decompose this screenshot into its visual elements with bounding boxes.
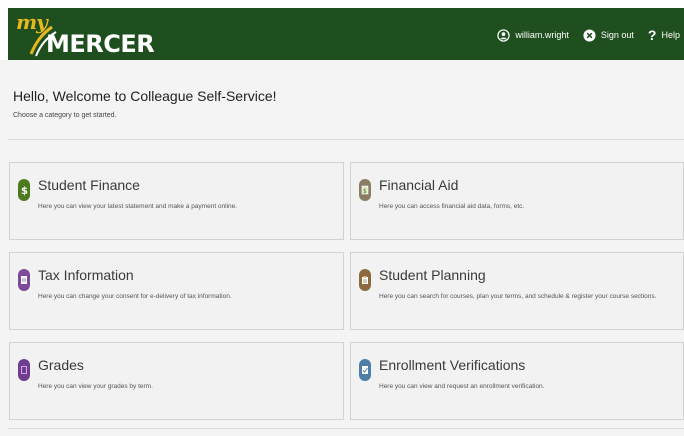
card-student-finance[interactable]: $ Student Finance Here you can view your… <box>9 162 344 240</box>
card-title: Student Planning <box>379 267 486 283</box>
card-enrollment-verifications[interactable]: Enrollment Verifications Here you can vi… <box>350 342 684 420</box>
card-title: Enrollment Verifications <box>379 357 526 373</box>
sign-out-label: Sign out <box>600 30 634 40</box>
sign-out-link[interactable]: Sign out <box>583 28 634 42</box>
financial-aid-icon: $ <box>359 179 371 201</box>
help-icon: ? <box>647 27 657 43</box>
svg-text:$: $ <box>363 188 367 195</box>
card-grades[interactable]: Grades Here you can view your grades by … <box>9 342 344 420</box>
card-student-planning[interactable]: Student Planning Here you can search for… <box>350 252 684 330</box>
enrollment-verification-icon <box>359 359 371 381</box>
card-description: Here you can change your consent for e-d… <box>38 293 232 300</box>
logo-word-text: MERCER <box>46 30 155 58</box>
card-title: Financial Aid <box>379 177 459 193</box>
user-menu[interactable]: william.wright <box>497 28 569 42</box>
card-description: Here you can view and request an enrollm… <box>379 383 545 390</box>
card-title: Grades <box>38 357 84 373</box>
grades-book-icon <box>18 359 30 381</box>
card-tax-information[interactable]: Tax Information Here you can change your… <box>9 252 344 330</box>
card-title: Student Finance <box>38 177 140 193</box>
page-title: Hello, Welcome to Colleague Self-Service… <box>13 88 277 104</box>
sign-out-icon <box>583 28 596 42</box>
help-link[interactable]: ? Help <box>648 28 680 42</box>
card-description: Here you can view your latest statement … <box>38 203 238 210</box>
card-description: Here you can search for courses, plan yo… <box>379 293 657 300</box>
card-financial-aid[interactable]: $ Financial Aid Here you can access fina… <box>350 162 684 240</box>
tax-document-icon <box>18 269 30 291</box>
dollar-coin-icon: $ <box>18 179 30 201</box>
username-label: william.wright <box>515 30 569 40</box>
header-nav: william.wright Sign out ? Help <box>497 26 680 44</box>
footer-divider <box>8 428 684 429</box>
help-label: Help <box>661 30 680 40</box>
top-banner: my MERCER william.wright Sign out ? Help <box>8 8 684 60</box>
user-icon <box>497 28 511 42</box>
mymercer-logo[interactable]: my MERCER <box>14 10 155 60</box>
page-subtitle: Choose a category to get started. <box>13 112 117 119</box>
card-description: Here you can view your grades by term. <box>38 383 153 390</box>
header-divider <box>8 139 684 140</box>
svg-text:$: $ <box>21 186 28 196</box>
planning-clipboard-icon <box>359 269 371 291</box>
card-description: Here you can access financial aid data, … <box>379 203 525 210</box>
card-title: Tax Information <box>38 267 134 283</box>
